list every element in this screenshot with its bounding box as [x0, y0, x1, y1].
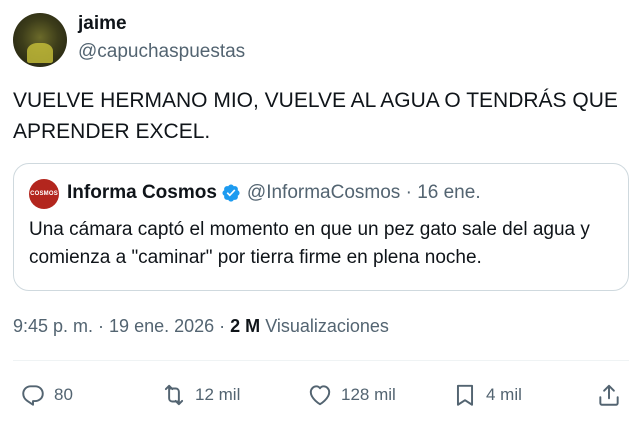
quoted-tweet-text: Una cámara captó el momento en que un pe… — [29, 219, 590, 268]
reply-icon — [22, 385, 44, 406]
quoted-author-name[interactable]: Informa Cosmos — [67, 182, 217, 204]
quoted-tweet-date[interactable]: 16 ene. — [417, 182, 480, 204]
action-bar: 80 12 mil 128 mil 4 mil — [0, 375, 643, 415]
divider — [13, 360, 629, 361]
like-icon — [309, 385, 331, 406]
quoted-tweet-header: Informa Cosmos @InformaCosmos · 16 ene. — [67, 182, 481, 204]
quoted-avatar-logo-text: COSMOS — [30, 191, 58, 197]
bookmark-button[interactable]: 4 mil — [452, 375, 522, 415]
retweet-button[interactable]: 12 mil — [161, 375, 240, 415]
tweet-date[interactable]: 19 ene. 2026 — [109, 316, 214, 336]
author-handle[interactable]: @capuchaspuestas — [78, 41, 245, 63]
retweet-icon — [164, 384, 184, 406]
reply-button[interactable]: 80 — [20, 375, 73, 415]
bookmark-icon — [456, 384, 474, 406]
like-button[interactable]: 128 mil — [307, 375, 396, 415]
quoted-author-avatar[interactable]: COSMOS — [29, 179, 59, 209]
reply-count: 80 — [54, 385, 73, 404]
quoted-author-handle[interactable]: @InformaCosmos — [247, 182, 400, 204]
quoted-meta-separator: · — [400, 182, 418, 203]
views-separator: · — [214, 316, 231, 336]
author-avatar[interactable] — [13, 13, 67, 67]
like-count: 128 mil — [341, 385, 396, 404]
author-name[interactable]: jaime — [78, 13, 127, 35]
views-label: Visualizaciones — [265, 316, 389, 336]
views-count: 2 M — [230, 316, 261, 336]
verified-badge-icon — [222, 184, 240, 202]
timestamp-separator: · — [93, 316, 110, 336]
tweet-timestamp: 9:45 p. m. · 19 ene. 2026 · 2 M Visualiz… — [13, 316, 389, 337]
tweet-text: VUELVE HERMANO MIO, VUELVE AL AGUA O TEN… — [13, 89, 618, 143]
quoted-tweet-card[interactable]: COSMOS Informa Cosmos @InformaCosmos · 1… — [13, 163, 629, 291]
tweet-time[interactable]: 9:45 p. m. — [13, 316, 93, 336]
share-icon — [599, 384, 619, 406]
retweet-count: 12 mil — [195, 385, 241, 404]
bookmark-count: 4 mil — [486, 385, 522, 404]
share-button[interactable] — [596, 375, 622, 415]
